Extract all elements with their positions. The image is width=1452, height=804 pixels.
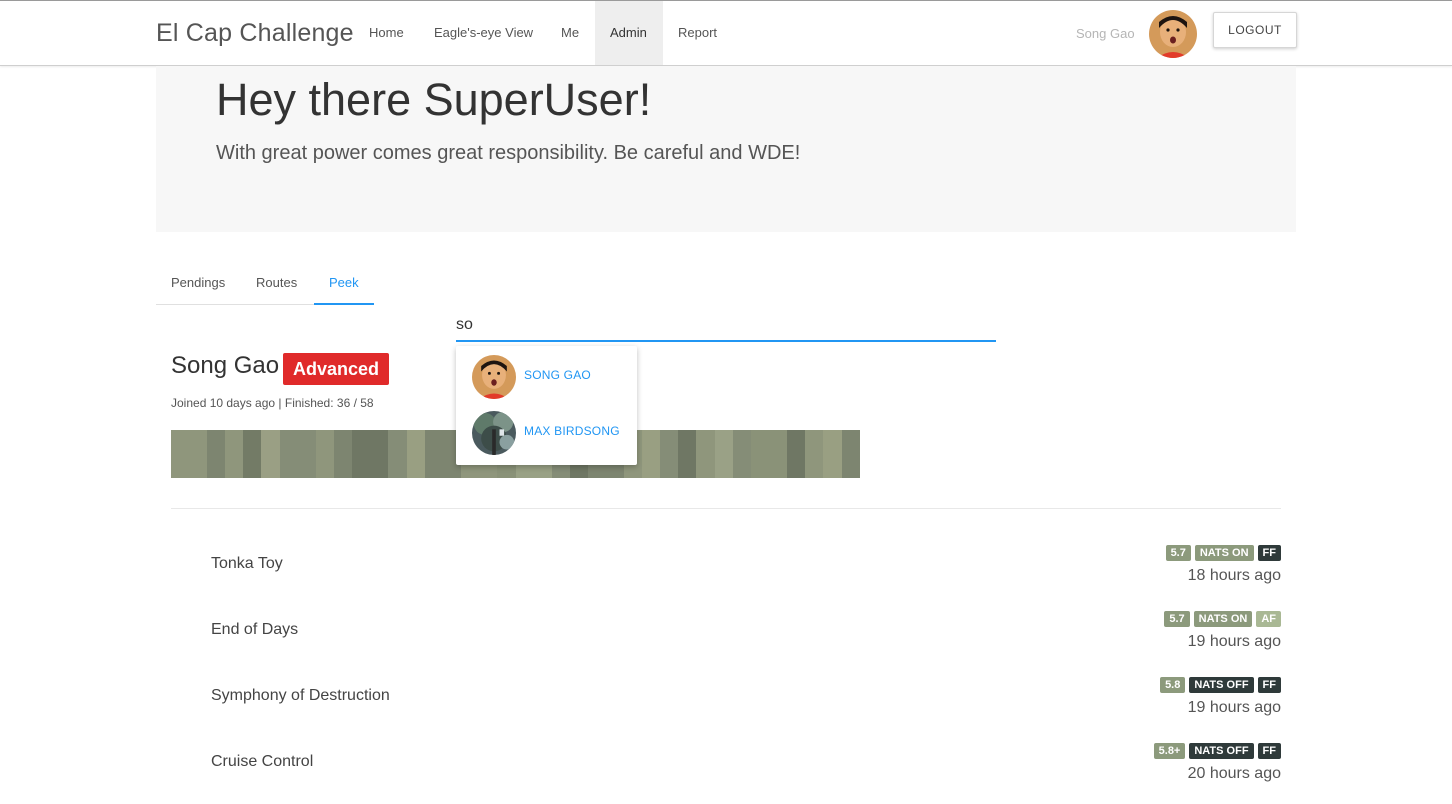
search-suggestions: SONG GAO MAX BIRDSONG	[456, 346, 637, 465]
list-item[interactable]: Tonka Toy 5.7 NATS ON FF 18 hours ago	[211, 545, 1281, 615]
progress-cell	[407, 430, 426, 478]
suggestion-avatar	[472, 411, 516, 455]
progress-cell	[334, 430, 353, 478]
brand-title[interactable]: El Cap Challenge	[156, 19, 354, 48]
tree-photo-icon	[472, 411, 516, 455]
section-divider	[171, 508, 1281, 509]
progress-cell	[171, 430, 208, 478]
progress-cell	[822, 430, 842, 478]
grade-badge: 5.7	[1164, 611, 1190, 627]
tab-peek[interactable]: Peek	[314, 265, 374, 305]
progress-cell	[804, 430, 823, 478]
level-badge: Advanced	[283, 353, 390, 385]
progress-cell	[841, 430, 860, 478]
route-badges: 5.8+ NATS OFF FF	[1153, 743, 1281, 759]
route-name: Symphony of Destruction	[211, 687, 390, 704]
progress-cell	[641, 430, 660, 478]
route-name: Tonka Toy	[211, 555, 283, 572]
suggestion-item[interactable]: SONG GAO	[456, 346, 637, 402]
progress-cell	[714, 430, 733, 478]
welcome-banner: Hey there SuperUser! With great power co…	[156, 66, 1296, 232]
nav-item-eagles-eye-view[interactable]: Eagle's-eye View	[419, 1, 548, 65]
grade-badge: 5.8+	[1153, 743, 1186, 759]
suggestion-label: SONG GAO	[524, 368, 591, 382]
progress-cell	[352, 430, 389, 478]
progress-cell	[732, 430, 751, 478]
admin-tabs: Pendings Routes Peek	[156, 265, 374, 305]
suggestion-label: MAX BIRDSONG	[524, 424, 620, 438]
tab-pendings[interactable]: Pendings	[156, 265, 240, 305]
logout-button[interactable]: LOGOUT	[1213, 12, 1297, 48]
nav-item-report[interactable]: Report	[663, 1, 732, 65]
suggestion-avatar	[472, 355, 516, 399]
profile-name: Song Gao	[171, 352, 280, 379]
style-badge: AF	[1256, 611, 1281, 627]
progress-cell	[280, 430, 317, 478]
list-item[interactable]: Symphony of Destruction 5.8 NATS OFF FF …	[211, 677, 1281, 747]
page-title: Hey there SuperUser!	[216, 74, 652, 125]
list-item[interactable]: Cruise Control 5.8+ NATS OFF FF 20 hours…	[211, 743, 1281, 804]
nav-user-name[interactable]: Song Gao	[1076, 26, 1135, 41]
list-item[interactable]: End of Days 5.7 NATS ON AF 19 hours ago	[211, 611, 1281, 681]
route-time: 19 hours ago	[1187, 633, 1281, 650]
grade-badge: 5.7	[1165, 545, 1191, 561]
progress-cell	[677, 430, 696, 478]
nav-item-admin[interactable]: Admin	[595, 1, 663, 65]
progress-cell	[786, 430, 805, 478]
page-subtitle: With great power comes great responsibil…	[216, 142, 801, 164]
profile-meta: Joined 10 days ago | Finished: 36 / 58	[171, 396, 374, 410]
progress-cell	[388, 430, 408, 478]
navbar: El Cap Challenge Home Eagle's-eye View M…	[0, 0, 1452, 66]
nats-badge: NATS OFF	[1189, 743, 1254, 759]
nats-badge: NATS ON	[1193, 611, 1253, 627]
avatar[interactable]	[1149, 10, 1197, 58]
route-name: Cruise Control	[211, 753, 314, 770]
user-search-input[interactable]	[456, 310, 996, 342]
nats-badge: NATS OFF	[1189, 677, 1254, 693]
route-time: 20 hours ago	[1187, 765, 1281, 782]
user-avatar-icon	[472, 355, 516, 399]
progress-cell	[225, 430, 244, 478]
progress-cell	[659, 430, 678, 478]
user-avatar-icon	[1149, 10, 1197, 58]
progress-cell	[243, 430, 262, 478]
route-badges: 5.8 NATS OFF FF	[1160, 677, 1281, 693]
route-time: 18 hours ago	[1187, 567, 1281, 584]
route-name: End of Days	[211, 621, 299, 638]
nav-item-home[interactable]: Home	[354, 1, 419, 65]
grade-badge: 5.8	[1160, 677, 1186, 693]
tab-routes[interactable]: Routes	[241, 265, 312, 305]
route-badges: 5.7 NATS ON FF	[1165, 545, 1281, 561]
style-badge: FF	[1257, 545, 1281, 561]
progress-cell	[261, 430, 281, 478]
progress-cell	[207, 430, 226, 478]
route-badges: 5.7 NATS ON AF	[1164, 611, 1281, 627]
progress-cell	[750, 430, 787, 478]
style-badge: FF	[1257, 743, 1281, 759]
progress-cell	[695, 430, 715, 478]
nav-item-me[interactable]: Me	[546, 1, 594, 65]
nats-badge: NATS ON	[1194, 545, 1254, 561]
route-time: 19 hours ago	[1187, 699, 1281, 716]
suggestion-item[interactable]: MAX BIRDSONG	[456, 402, 637, 458]
progress-cell	[316, 430, 335, 478]
style-badge: FF	[1257, 677, 1281, 693]
